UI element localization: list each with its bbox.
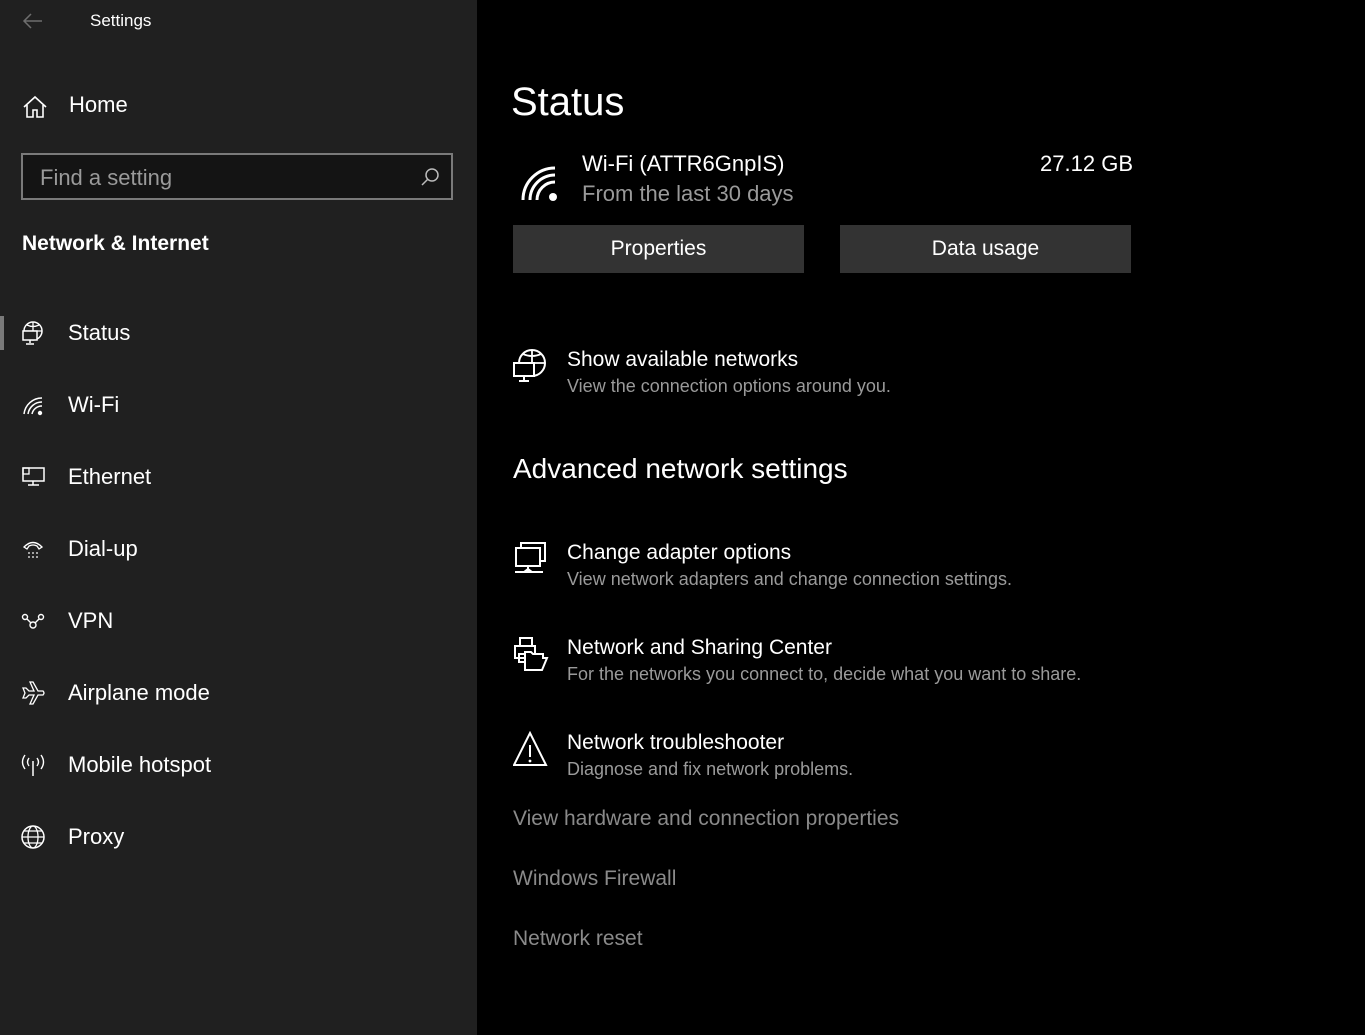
page-title: Status (511, 80, 625, 124)
sidebar: Settings Home Network & Internet Status (0, 0, 477, 1035)
sidebar-item-airplane-mode[interactable]: Airplane mode (0, 658, 477, 730)
adapter-monitors-icon (515, 542, 546, 573)
advanced-item-title: Network troubleshooter (567, 731, 785, 754)
back-arrow-icon (22, 13, 42, 29)
dialup-phone-icon (22, 541, 44, 558)
properties-button[interactable]: Properties (513, 225, 804, 273)
sidebar-item-label: Ethernet (68, 464, 152, 489)
sidebar-item-label: Proxy (68, 824, 125, 849)
back-button[interactable] (20, 8, 46, 34)
network-reset-link[interactable]: Network reset (513, 927, 643, 951)
wifi-icon (23, 397, 43, 416)
vpn-icon (21, 613, 45, 629)
advanced-item-description: Diagnose and fix network problems. (567, 759, 854, 779)
advanced-item-title: Change adapter options (567, 541, 792, 564)
app-title: Settings (90, 11, 152, 30)
change-adapter-options[interactable]: Change adapter options View network adap… (513, 541, 1153, 601)
selection-indicator (0, 316, 4, 350)
advanced-item-title: Network and Sharing Center (567, 636, 832, 659)
network-troubleshooter[interactable]: Network troubleshooter Diagnose and fix … (513, 731, 1153, 791)
advanced-network-settings-heading: Advanced network settings (513, 453, 848, 484)
airplane-icon (22, 681, 45, 705)
sidebar-item-proxy[interactable]: Proxy (0, 802, 477, 874)
show-available-networks[interactable]: Show available networks View the connect… (513, 348, 1153, 408)
sidebar-item-label: Dial-up (68, 536, 138, 561)
title-bar: Settings (0, 0, 477, 44)
search-input[interactable] (38, 155, 412, 200)
sidebar-item-ethernet[interactable]: Ethernet (0, 442, 477, 514)
show-networks-description: View the connection options around you. (567, 376, 891, 396)
globe-icon (21, 825, 45, 849)
printer-folder-icon (514, 637, 549, 671)
sidebar-item-dialup[interactable]: Dial-up (0, 514, 477, 586)
sidebar-item-wifi[interactable]: Wi-Fi (0, 370, 477, 442)
warning-triangle-icon (513, 731, 548, 766)
connection-status: Wi-Fi (ATTR6GnpIS) From the last 30 days… (513, 148, 1133, 212)
globe-monitor-icon (22, 321, 43, 345)
hotspot-antenna-icon (21, 754, 45, 776)
view-hardware-properties-link[interactable]: View hardware and connection properties (513, 807, 899, 831)
network-and-sharing-center[interactable]: Network and Sharing Center For the netwo… (513, 636, 1153, 696)
search-icon[interactable] (419, 166, 441, 188)
sidebar-item-label: Status (68, 320, 131, 345)
sidebar-item-label: VPN (68, 608, 114, 633)
connection-name: Wi-Fi (ATTR6GnpIS) (582, 151, 785, 176)
ethernet-icon (22, 467, 45, 486)
sidebar-item-vpn[interactable]: VPN (0, 586, 477, 658)
windows-firewall-link[interactable]: Windows Firewall (513, 867, 676, 891)
advanced-item-description: For the networks you connect to, decide … (567, 664, 1082, 684)
sidebar-item-label: Airplane mode (68, 680, 210, 705)
show-networks-title: Show available networks (567, 348, 799, 371)
advanced-item-description: View network adapters and change connect… (567, 569, 1012, 589)
connection-subtitle: From the last 30 days (582, 181, 794, 206)
data-usage-button[interactable]: Data usage (840, 225, 1131, 273)
search-box[interactable] (21, 153, 453, 200)
home-label: Home (69, 92, 128, 117)
sidebar-item-label: Wi-Fi (68, 392, 120, 417)
home-icon (23, 95, 47, 118)
home-nav-item[interactable]: Home (0, 84, 477, 128)
globe-monitor-icon (513, 349, 546, 382)
sidebar-item-label: Mobile hotspot (68, 752, 212, 777)
data-usage-amount: 27.12 GB (1040, 151, 1133, 176)
sidebar-nav: Status Wi-Fi Ethernet Dial-up VPN Airpla… (0, 298, 477, 874)
section-heading: Network & Internet (22, 232, 209, 255)
sidebar-item-status[interactable]: Status (0, 298, 477, 370)
wifi-signal-icon (521, 166, 557, 201)
sidebar-item-mobile-hotspot[interactable]: Mobile hotspot (0, 730, 477, 802)
